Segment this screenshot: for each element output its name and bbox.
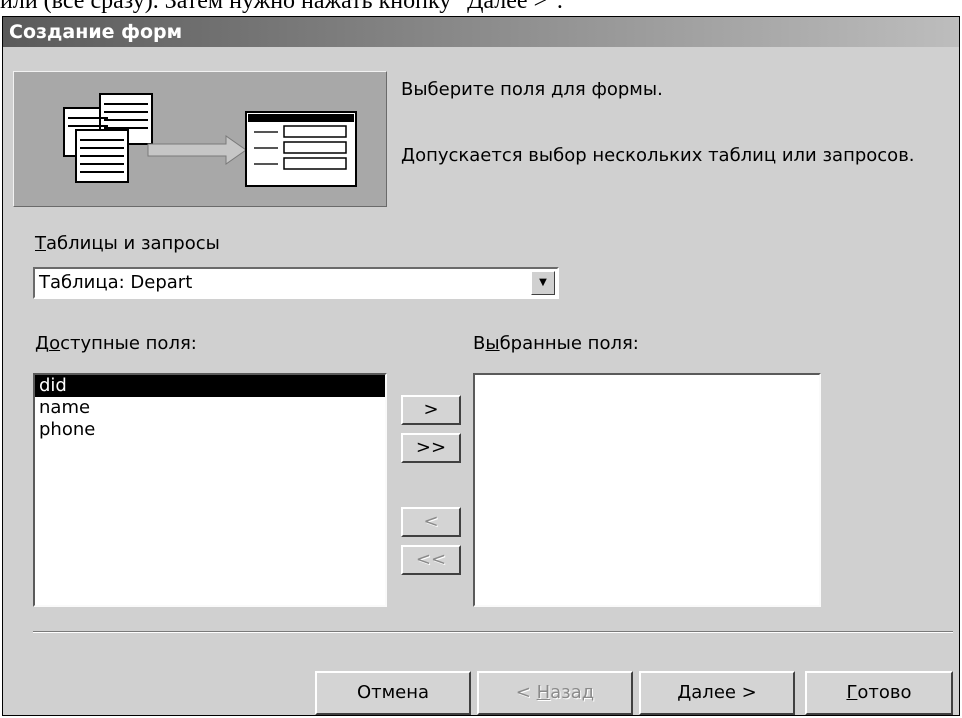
remove-field-button[interactable]: < [401,507,461,537]
available-fields-label: Доступные поля: [35,333,197,354]
finish-button-post: отово [857,682,912,703]
back-button-post: азад [550,682,595,703]
wizard-illustration [13,71,387,207]
selected-label-accelerator: ы [485,333,500,354]
tables-combobox-value: Таблица: Depart [39,272,193,293]
selected-label-post: бранные поля: [499,333,639,354]
list-item[interactable]: phone [35,419,385,441]
remove-all-fields-button[interactable]: << [401,545,461,575]
tables-to-form-icon [63,93,357,187]
finish-button-accelerator: Г [846,682,858,703]
tables-label-accelerator: Т [35,233,46,254]
selected-fields-list[interactable] [473,373,821,607]
list-item[interactable]: did [35,375,385,397]
document-text-fragment: или (все сразу). Затем нужно нажать кноп… [0,0,563,14]
add-field-button[interactable]: > [401,395,461,425]
available-label-accelerator: о [49,333,61,354]
window-title: Создание форм [3,17,959,47]
selected-label-pre: В [473,333,486,354]
back-button[interactable]: < Назад [477,671,633,715]
next-button-accelerator: Д [677,682,692,703]
intro-line-1: Выберите поля для формы. [401,79,663,100]
list-item[interactable]: name [35,397,385,419]
available-fields-list[interactable]: did name phone [33,373,387,607]
add-all-fields-button[interactable]: >> [401,433,461,463]
available-label-post: ступные поля: [60,333,197,354]
tables-combobox[interactable]: Таблица: Depart ▼ [33,267,559,299]
next-button[interactable]: Далее > [639,671,795,715]
tables-label: Таблицы и запросы [35,233,220,254]
form-wizard-dialog: Создание форм Выберите поля для формы. Д… [2,16,960,716]
finish-button[interactable]: Готово [805,671,953,715]
footer-separator [33,631,953,633]
cancel-button[interactable]: Отмена [315,671,471,715]
back-button-pre: < [515,682,537,703]
intro-line-2: Допускается выбор нескольких таблиц или … [401,145,915,166]
selected-fields-label: Выбранные поля: [473,333,639,354]
back-button-accelerator: Н [536,682,551,703]
tables-label-text: аблицы и запросы [46,233,220,254]
dropdown-arrow-icon[interactable]: ▼ [531,271,555,295]
next-button-post: алее > [691,682,757,703]
available-label-pre: Д [35,333,50,354]
